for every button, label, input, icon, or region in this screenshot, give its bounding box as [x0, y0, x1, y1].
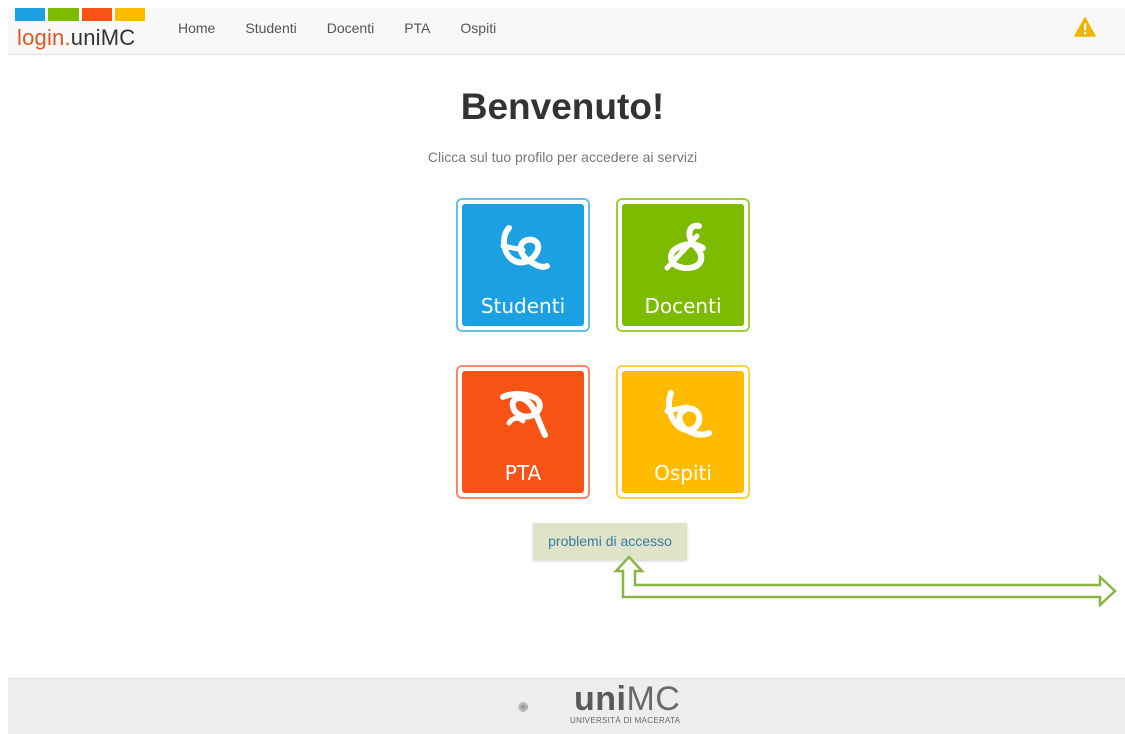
footer-university-name: UNIVERSITÀ DI MACERATA — [570, 716, 681, 725]
knot-studenti-icon — [500, 225, 550, 270]
footer: uniMC UNIVERSITÀ DI MACERATA — [8, 678, 1125, 734]
login-unimc-logo[interactable]: login.uniMC — [15, 8, 151, 54]
nav-docenti[interactable]: Docenti — [312, 20, 389, 36]
knot-pta-icon — [500, 391, 548, 438]
logo-bar-blue — [15, 8, 46, 21]
tile-docenti-label: Docenti — [644, 294, 722, 318]
main-nav: Home Studenti Docenti PTA Ospiti — [163, 8, 511, 48]
tile-pta-label: PTA — [504, 461, 542, 485]
logo-color-bars — [15, 8, 145, 21]
top-navbar: login.uniMC Home Studenti Docenti PTA Os… — [8, 8, 1125, 55]
profile-tile-ospiti[interactable]: Ospiti — [616, 365, 750, 499]
footer-brand-uni: uni — [574, 680, 627, 718]
tile-ospiti-label: Ospiti — [654, 461, 712, 485]
footer-brand: uniMC — [574, 682, 680, 716]
annotation-arrow — [613, 555, 1117, 607]
logo-text-login: login. — [17, 25, 71, 50]
profile-tile-studenti[interactable]: Studenti — [456, 198, 590, 332]
warning-icon[interactable] — [1074, 17, 1096, 37]
nav-home[interactable]: Home — [163, 20, 230, 36]
nav-studenti[interactable]: Studenti — [230, 20, 311, 36]
profile-tile-pta[interactable]: PTA — [456, 365, 590, 499]
logo-text-unimc: uniMC — [70, 25, 136, 50]
page-title: Benvenuto! — [460, 86, 665, 127]
nav-pta[interactable]: PTA — [389, 20, 445, 36]
logo-bar-red — [81, 8, 112, 21]
knot-docenti-icon — [664, 222, 706, 271]
tile-studenti-label: Studenti — [480, 294, 566, 318]
footer-brand-mc: MC — [626, 680, 681, 718]
logo-bar-green — [48, 8, 79, 21]
logo-bar-yellow — [114, 8, 145, 21]
page-subtitle: Clicca sul tuo profilo per accedere ai s… — [427, 149, 698, 165]
nav-ospiti[interactable]: Ospiti — [445, 20, 511, 36]
logo-text: login.uniMC — [17, 25, 135, 51]
university-seal-icon — [518, 702, 529, 712]
knot-ospiti-icon — [664, 390, 712, 438]
profile-tile-docenti[interactable]: Docenti — [616, 198, 750, 332]
